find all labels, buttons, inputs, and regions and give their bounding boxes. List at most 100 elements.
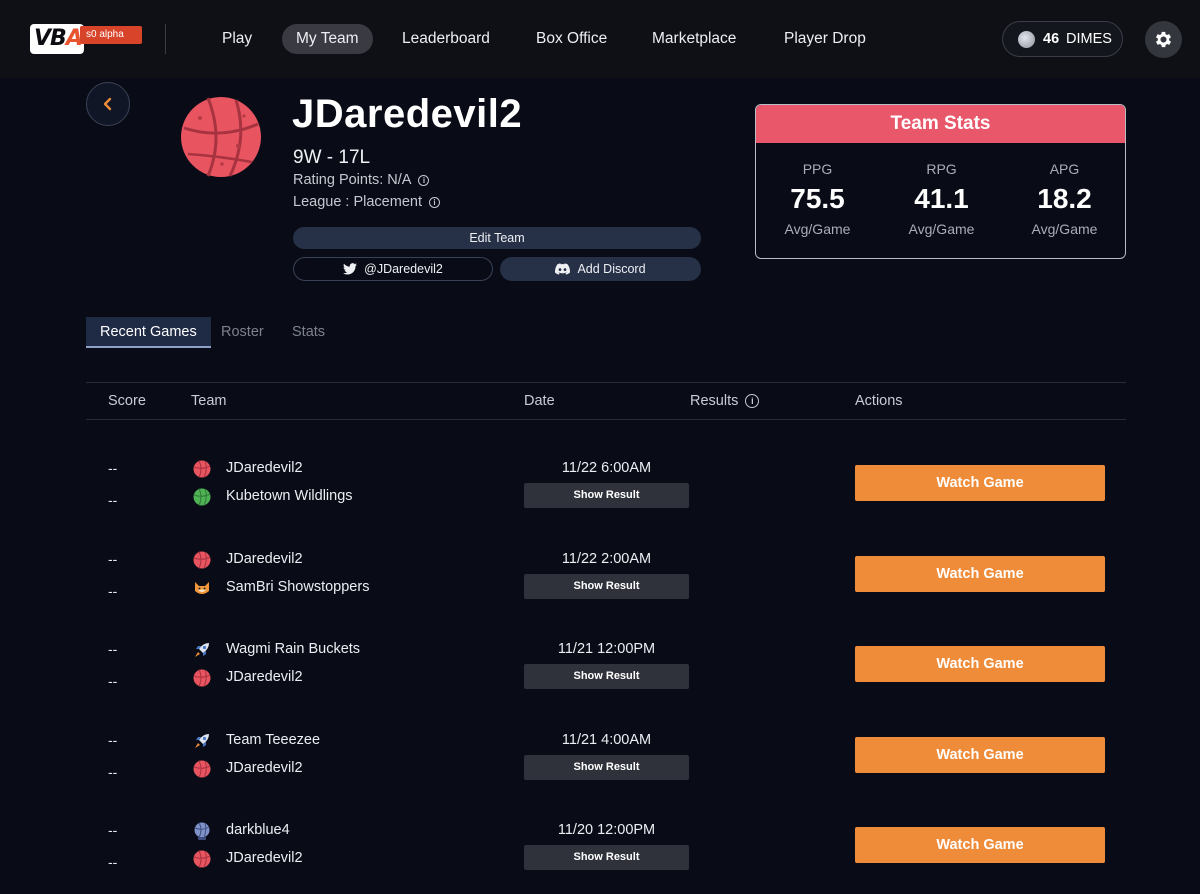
logo-mark: VBA xyxy=(30,24,84,54)
show-result-button[interactable]: Show Result xyxy=(524,664,689,689)
table-row: -- -- Team Teeezee JDaredevil2 11/21 4:0… xyxy=(0,724,1200,814)
team-away-name: JDaredevil2 xyxy=(226,669,303,685)
nav-divider xyxy=(165,24,166,54)
team-name: JDaredevil2 xyxy=(292,92,523,136)
dimes-amount: 46 xyxy=(1043,31,1060,47)
stat-label: PPG xyxy=(802,161,833,177)
game-date: 11/21 12:00PM xyxy=(557,641,656,657)
table-row: -- -- Wagmi Rain Buckets JDaredevil2 11/… xyxy=(0,633,1200,723)
logo-season-tag: s0 alpha xyxy=(80,26,142,44)
game-date: 11/20 12:00PM xyxy=(557,822,656,838)
table-header-divider xyxy=(86,419,1126,420)
stat-value: 18.2 xyxy=(1037,183,1092,214)
team-home-name: Team Teeezee xyxy=(226,732,321,748)
tab-stats[interactable]: Stats xyxy=(292,317,325,348)
nav-item-my-team[interactable]: My Team xyxy=(282,24,373,54)
nav-item-box-office[interactable]: Box Office xyxy=(536,24,607,54)
stat-sub: Avg/Game xyxy=(1031,221,1098,237)
shiba-icon xyxy=(195,582,209,594)
table-row: -- -- JDaredevil2 Kubetown Wildlings 11/… xyxy=(0,452,1200,542)
watch-game-button[interactable]: Watch Game xyxy=(855,465,1105,501)
stat-label: RPG xyxy=(926,161,957,177)
rocket-icon xyxy=(195,734,209,748)
show-result-button[interactable]: Show Result xyxy=(524,845,689,870)
team-stats-card: Team Stats PPG 75.5 Avg/Game RPG 41.1 Av… xyxy=(755,104,1126,259)
game-date: 11/21 4:00AM xyxy=(561,732,652,748)
stat-value: 75.5 xyxy=(790,183,845,214)
score-away: -- xyxy=(108,764,118,780)
league-text: League : Placement xyxy=(293,194,422,210)
score-home: -- xyxy=(108,460,118,476)
back-button[interactable] xyxy=(86,82,130,126)
watch-game-button[interactable]: Watch Game xyxy=(855,737,1105,773)
red-ball-icon xyxy=(193,551,211,569)
settings-button[interactable] xyxy=(1145,21,1182,58)
stat-ppg: PPG 75.5 Avg/Game xyxy=(756,143,879,237)
watch-game-button[interactable]: Watch Game xyxy=(855,556,1105,592)
stat-apg: APG 18.2 Avg/Game xyxy=(1003,143,1125,237)
team-stats-title: Team Stats xyxy=(756,105,1125,143)
column-header-date: Date xyxy=(524,393,555,409)
twitter-handle-label: @JDaredevil2 xyxy=(364,262,443,276)
nav-item-play[interactable]: Play xyxy=(222,24,252,54)
nav-item-player-drop[interactable]: Player Drop xyxy=(784,24,866,54)
add-discord-button[interactable]: Add Discord xyxy=(500,257,701,281)
red-ball-icon xyxy=(193,460,211,478)
nav-item-leaderboard[interactable]: Leaderboard xyxy=(402,24,490,54)
rocket-icon xyxy=(195,643,209,657)
vba-logo[interactable]: VBA s0 alpha xyxy=(30,24,142,54)
info-icon[interactable]: i xyxy=(428,197,440,208)
team-away-name: SamBri Showstoppers xyxy=(226,579,370,595)
score-away: -- xyxy=(108,492,118,508)
column-header-team: Team xyxy=(191,393,227,409)
score-home: -- xyxy=(108,641,118,657)
score-home: -- xyxy=(108,551,118,567)
stat-value: 41.1 xyxy=(914,183,969,214)
watch-game-button[interactable]: Watch Game xyxy=(855,827,1105,863)
red-ball-icon xyxy=(193,669,211,687)
blue-ball-icon xyxy=(194,822,210,840)
team-home-name: JDaredevil2 xyxy=(226,460,303,476)
column-header-results: Results i xyxy=(690,393,760,409)
info-icon[interactable]: i xyxy=(745,394,760,408)
rating-points-text: Rating Points: N/A xyxy=(293,172,412,188)
team-away-name: Kubetown Wildlings xyxy=(226,488,353,504)
tab-recent-games[interactable]: Recent Games xyxy=(86,317,211,348)
add-discord-label: Add Discord xyxy=(577,262,646,276)
show-result-button[interactable]: Show Result xyxy=(524,574,689,599)
team-home-name: JDaredevil2 xyxy=(226,551,303,567)
twitter-icon xyxy=(343,263,358,275)
chevron-left-icon xyxy=(103,97,112,111)
table-row: -- -- darkblue4 JDaredevil2 11/20 12:00P… xyxy=(0,814,1200,894)
game-date: 11/22 2:00AM xyxy=(561,551,652,567)
score-away: -- xyxy=(108,854,118,870)
team-away-name: JDaredevil2 xyxy=(226,850,303,866)
tab-roster[interactable]: Roster xyxy=(221,317,264,348)
team-avatar-basketball-icon xyxy=(181,97,261,177)
column-header-score: Score xyxy=(108,393,146,409)
twitter-handle-button[interactable]: @JDaredevil2 xyxy=(293,257,493,281)
show-result-button[interactable]: Show Result xyxy=(524,755,689,780)
score-home: -- xyxy=(108,732,118,748)
nav-item-marketplace[interactable]: Marketplace xyxy=(652,24,736,54)
coin-icon xyxy=(1018,31,1035,48)
edit-team-button[interactable]: Edit Team xyxy=(293,227,701,249)
info-icon[interactable]: i xyxy=(418,175,430,186)
show-result-button[interactable]: Show Result xyxy=(524,483,689,508)
dimes-wallet-button[interactable]: 46 DIMES xyxy=(1002,21,1123,57)
score-away: -- xyxy=(108,583,118,599)
rating-points-line: Rating Points: N/A i xyxy=(293,172,430,188)
column-header-actions: Actions xyxy=(855,393,903,409)
red-ball-icon xyxy=(193,850,211,868)
discord-icon xyxy=(555,263,571,275)
watch-game-button[interactable]: Watch Game xyxy=(855,646,1105,682)
top-navigation-bar: VBA s0 alpha Play My Team Leaderboard Bo… xyxy=(0,0,1200,78)
table-row: -- -- JDaredevil2 SamBri Showstoppers 11… xyxy=(0,543,1200,633)
green-ball-icon xyxy=(193,488,211,506)
gear-icon xyxy=(1155,31,1172,48)
team-record: 9W - 17L xyxy=(293,147,371,168)
game-date: 11/22 6:00AM xyxy=(561,460,652,476)
dimes-unit: DIMES xyxy=(1066,31,1112,47)
stat-rpg: RPG 41.1 Avg/Game xyxy=(880,143,1003,237)
stat-sub: Avg/Game xyxy=(908,221,975,237)
